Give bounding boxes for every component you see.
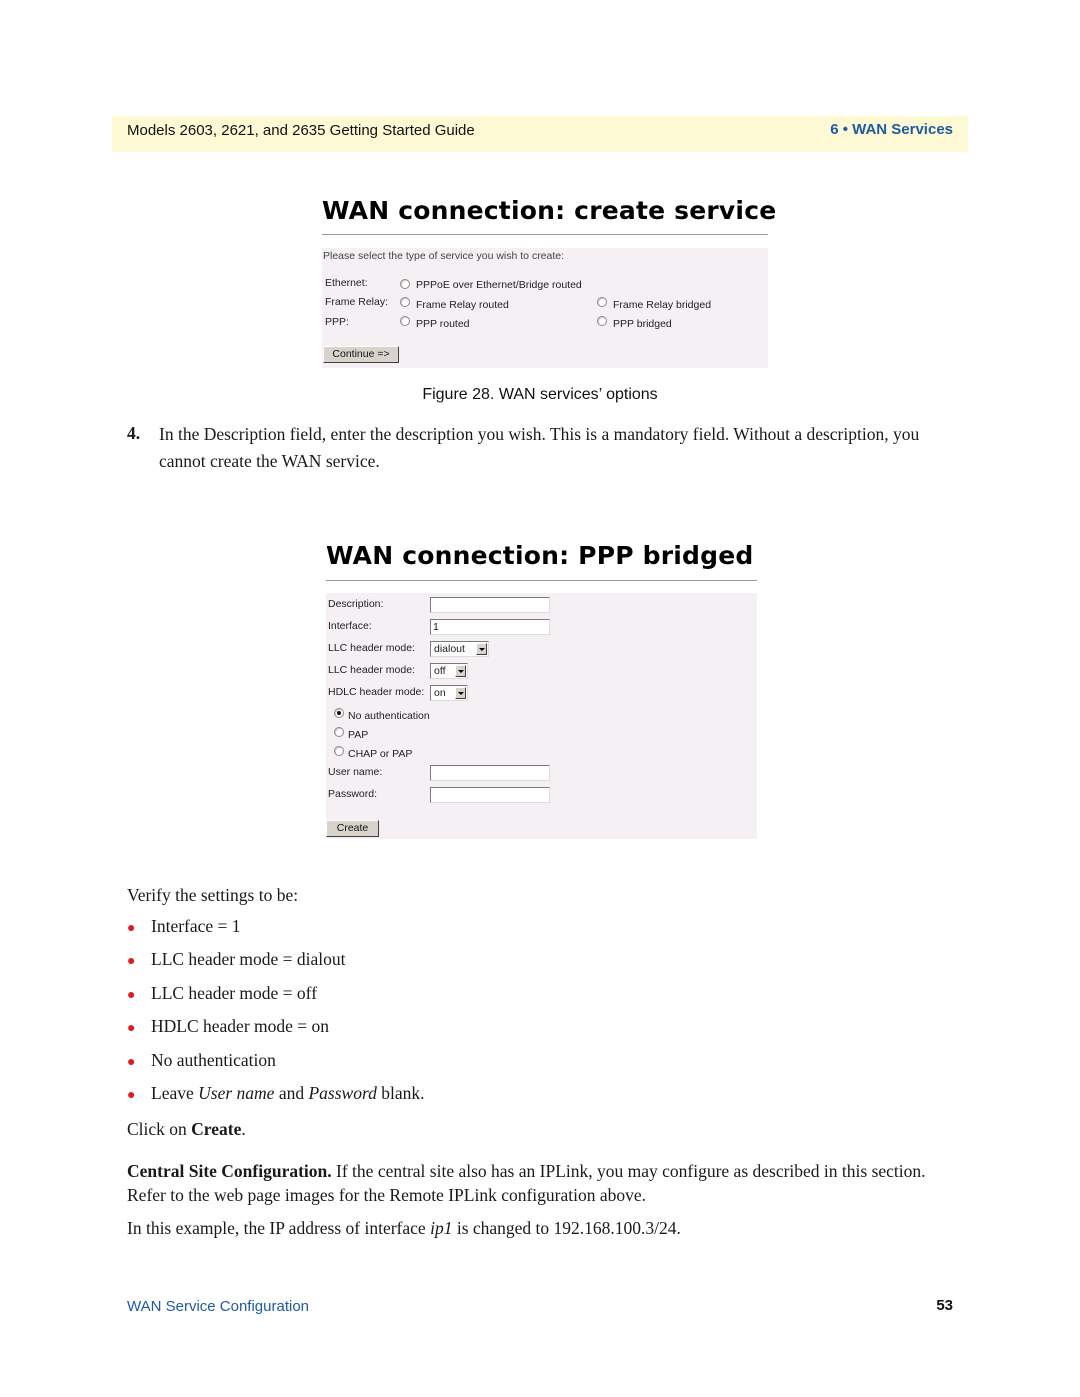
chevron-down-icon[interactable] <box>455 665 466 677</box>
interface-input[interactable]: 1 <box>430 619 550 635</box>
bullet-icon: ● <box>127 954 136 969</box>
radio-ppp-bridged[interactable] <box>597 316 607 326</box>
ppp-bridged-form: Description: Interface: 1 LLC header mod… <box>326 593 757 839</box>
frame-relay-label: Frame Relay: <box>325 296 389 308</box>
username-label: User name: <box>328 766 383 778</box>
option-ppp-bridged: PPP bridged <box>613 318 672 330</box>
radio-chap-or-pap[interactable] <box>334 746 344 756</box>
chap-or-pap-label: CHAP or PAP <box>348 748 413 760</box>
ip-example-paragraph: In this example, the IP address of inter… <box>127 1218 681 1238</box>
bullet-icon: ● <box>127 1088 136 1103</box>
bullet-icon: ● <box>127 988 136 1003</box>
footer-section-title: WAN Service Configuration <box>127 1298 310 1315</box>
pap-label: PAP <box>348 729 369 741</box>
chevron-down-icon[interactable] <box>476 643 487 655</box>
llc-header-mode-select-2[interactable]: off <box>430 663 468 679</box>
radio-pppoe-ethernet[interactable] <box>400 279 410 289</box>
llc-header-mode-label-1: LLC header mode: <box>328 642 415 654</box>
running-header: Models 2603, 2621, and 2635 Getting Star… <box>112 116 968 152</box>
option-frame-relay-routed: Frame Relay routed <box>416 299 509 311</box>
chevron-down-icon[interactable] <box>455 687 466 699</box>
chapter-title: 6 • WAN Services <box>830 121 953 138</box>
llc-header-mode-select-1[interactable]: dialout <box>430 641 489 657</box>
list-item: ● Leave User name and Password blank. <box>127 1083 425 1103</box>
figure-create-service: WAN connection: create service Please se… <box>321 196 776 371</box>
radio-ppp-routed[interactable] <box>400 316 410 326</box>
ppp-label: PPP: <box>325 316 349 328</box>
option-ppp-routed: PPP routed <box>416 318 470 330</box>
hdlc-header-mode-value: on <box>434 687 446 699</box>
click-create-instruction: Click on Create. <box>127 1119 246 1139</box>
list-item: ● LLC header mode = dialout <box>127 949 346 969</box>
title-divider <box>326 580 757 581</box>
service-type-panel: Please select the type of service you wi… <box>322 248 768 368</box>
llc-header-mode-value-2: off <box>434 665 446 677</box>
figure-28-caption: Figure 28. WAN services’ options <box>422 386 658 403</box>
llc-header-mode-label-2: LLC header mode: <box>328 664 415 676</box>
continue-button[interactable]: Continue => <box>323 346 399 363</box>
hdlc-header-mode-label: HDLC header mode: <box>328 686 425 698</box>
service-prompt: Please select the type of service you wi… <box>323 250 565 262</box>
radio-no-authentication[interactable] <box>334 708 344 718</box>
central-site-heading: Central Site Configuration. <box>127 1161 332 1181</box>
ethernet-label: Ethernet: <box>325 277 368 289</box>
description-input[interactable] <box>430 597 550 613</box>
ppp-bridged-title: WAN connection: PPP bridged <box>326 541 754 570</box>
step-4-text: In the Description field, enter the desc… <box>159 424 920 471</box>
central-site-paragraph: Central Site Configuration. If the centr… <box>127 1161 926 1205</box>
list-item: ● LLC header mode = off <box>127 983 318 1003</box>
bullet-icon: ● <box>127 1055 136 1070</box>
title-divider <box>322 234 768 235</box>
interface-label: Interface: <box>328 620 372 632</box>
radio-pap[interactable] <box>334 727 344 737</box>
list-item: ● Interface = 1 <box>127 916 241 936</box>
radio-frame-relay-routed[interactable] <box>400 297 410 307</box>
description-label: Description: <box>328 598 384 610</box>
bullet-icon: ● <box>127 1021 136 1036</box>
create-button[interactable]: Create <box>326 820 379 837</box>
guide-title: Models 2603, 2621, and 2635 Getting Star… <box>127 122 475 139</box>
step-number: 4. <box>127 423 141 443</box>
option-frame-relay-bridged: Frame Relay bridged <box>613 299 712 311</box>
bullet-icon: ● <box>127 921 136 936</box>
hdlc-header-mode-select[interactable]: on <box>430 685 468 701</box>
radio-frame-relay-bridged[interactable] <box>597 297 607 307</box>
llc-header-mode-value-1: dialout <box>434 643 465 655</box>
password-input[interactable] <box>430 787 550 803</box>
username-input[interactable] <box>430 765 550 781</box>
no-authentication-label: No authentication <box>348 710 430 722</box>
create-service-title: WAN connection: create service <box>322 196 777 225</box>
list-item: ● HDLC header mode = on <box>127 1016 330 1036</box>
password-label: Password: <box>328 788 378 800</box>
figure-ppp-bridged: WAN connection: PPP bridged Description:… <box>325 540 759 840</box>
verify-intro: Verify the settings to be: <box>127 885 299 905</box>
page-number: 53 <box>936 1297 953 1314</box>
list-item: ● No authentication <box>127 1050 276 1070</box>
option-pppoe-ethernet: PPPoE over Ethernet/Bridge routed <box>416 279 582 291</box>
